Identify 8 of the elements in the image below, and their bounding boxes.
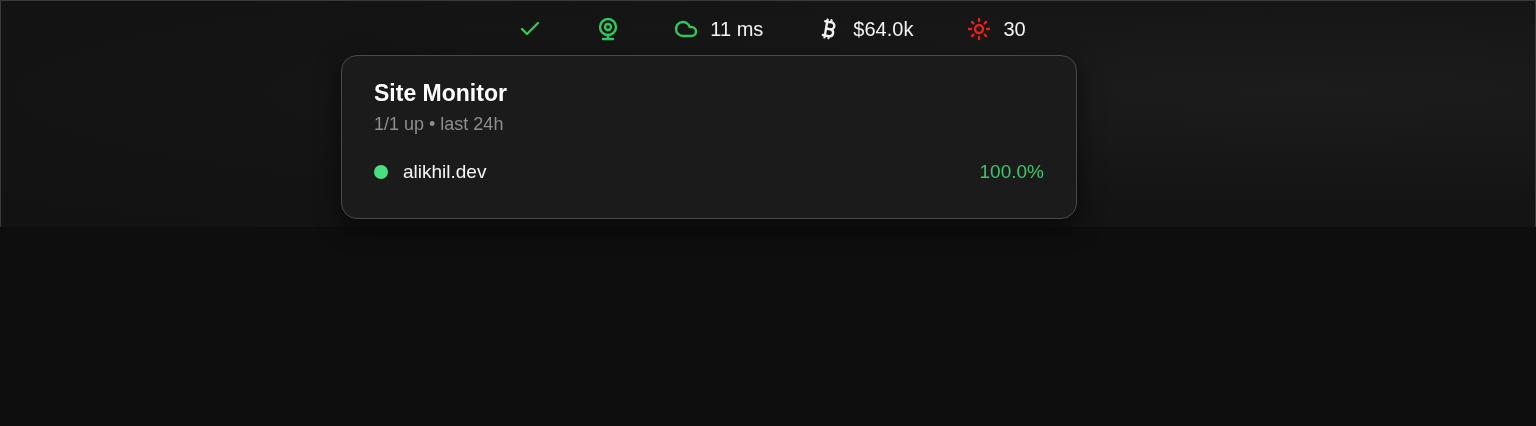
sun-icon[interactable] bbox=[967, 17, 992, 41]
status-text: 11 ms bbox=[710, 17, 764, 41]
popover-title: Site Monitor bbox=[374, 80, 508, 107]
popover-subtitle: 1/1 up • last 24h bbox=[374, 114, 505, 135]
status-text: $64.0k bbox=[853, 17, 914, 41]
status-text: 30 bbox=[1003, 17, 1026, 41]
uptime-percent: 100.0% bbox=[979, 161, 1044, 183]
site-name: alikhil.dev bbox=[403, 161, 487, 183]
